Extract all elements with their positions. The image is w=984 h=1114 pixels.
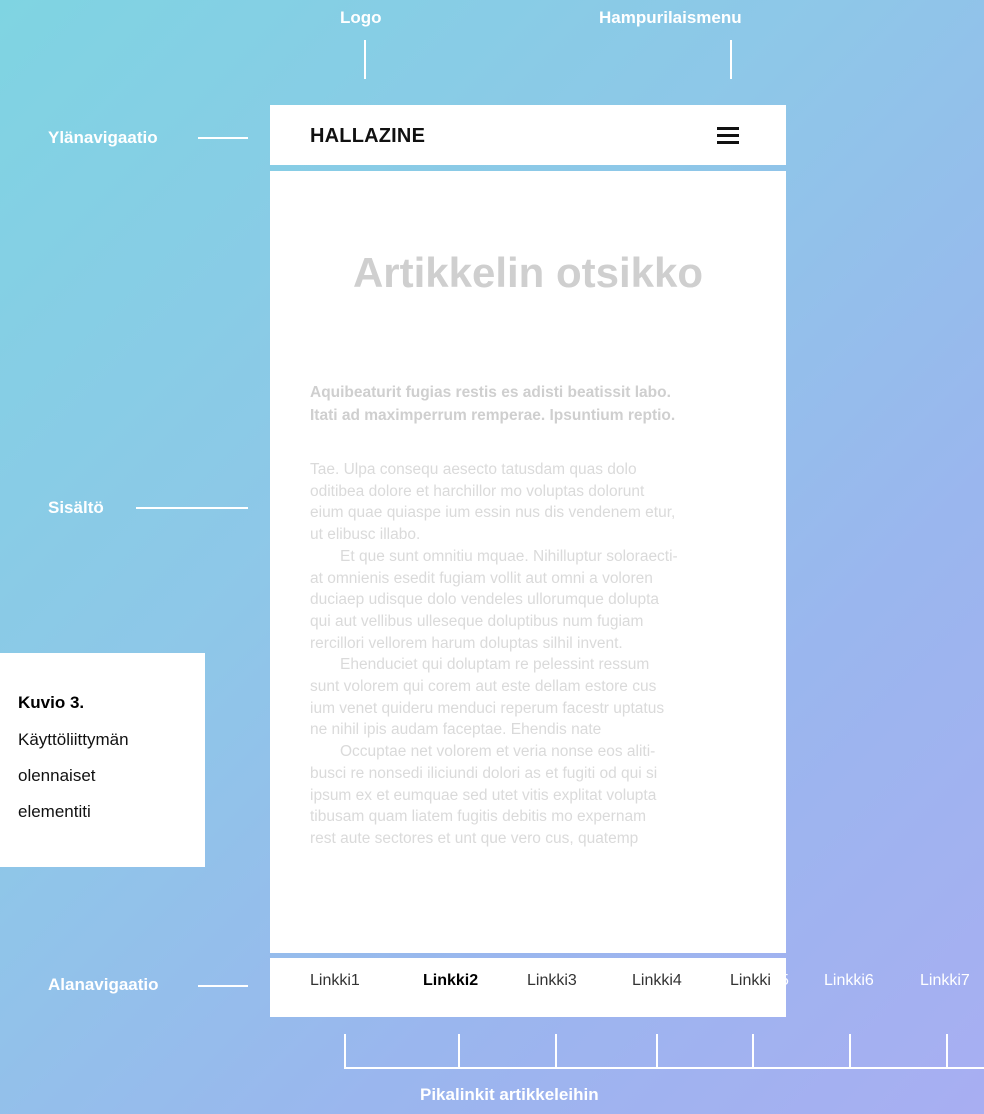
bottom-nav-pointer-line [198, 985, 248, 987]
body-line: duciaep udisque dolo vendeles ullorumque… [310, 591, 660, 609]
body-line: sunt volorem qui corem aut este dellam e… [310, 678, 657, 696]
article-title: Artikkelin otsikko [352, 249, 704, 296]
content-annotation: Sisältö [48, 498, 104, 517]
quick-links-bracket-tick [656, 1034, 658, 1069]
bottom-nav-link-5-number[interactable]: 5 [780, 972, 789, 990]
bottom-nav-link-5[interactable]: Linkki [730, 972, 771, 990]
article-lead: Aquibeaturit fugias restis es adisti bea… [310, 381, 750, 427]
bottom-nav-annotation: Alanavigaatio [48, 975, 159, 994]
caption-line: elementiti [18, 802, 91, 821]
body-line: at omnienis esedit fugiam vollit aut omn… [310, 569, 653, 587]
body-line: ut elibusc illabo. [310, 526, 421, 544]
body-line: Et que sunt omnitiu mquae. Nihilluptur s… [340, 547, 678, 565]
quick-links-bracket-tick [752, 1034, 754, 1069]
top-nav-pointer-line [198, 137, 248, 139]
bottom-nav-link-1[interactable]: Linkki1 [310, 972, 360, 990]
top-navigation: HALLAZINE [270, 105, 786, 165]
article-body: Tae. Ulpa consequ aesecto tatusdam quas … [310, 459, 760, 850]
body-line: rercillori vellorem harum doluptas silhi… [310, 634, 623, 652]
hamburger-menu-icon[interactable] [717, 127, 739, 145]
caption-line: olennaiset [18, 766, 96, 785]
body-line: oditibea dolore et harchillor mo volupta… [310, 482, 645, 500]
quick-links-bracket-tick [946, 1034, 948, 1069]
body-line: rest aute sectores et unt que vero cus, … [310, 829, 639, 847]
lead-line: Aquibeaturit fugias restis es adisti bea… [310, 384, 671, 401]
caption-heading: Kuvio 3. [18, 693, 85, 712]
quick-links-bracket-tick [344, 1034, 346, 1069]
article-content: Artikkelin otsikko Aquibeaturit fugias r… [270, 171, 786, 953]
body-line: ne nihil ipis audam faceptae. Ehendis na… [310, 721, 602, 739]
quick-links-annotation: Pikalinkit artikkeleihin [420, 1085, 599, 1104]
top-nav-annotation: Ylänavigaatio [48, 128, 158, 147]
bottom-nav-link-7[interactable]: Linkki7 [920, 972, 970, 990]
quick-links-bracket-tick [555, 1034, 557, 1069]
body-line: ium venet quideru menduci reperum facest… [310, 699, 665, 717]
logo-annotation: Logo [340, 8, 382, 27]
hamburger-pointer-line [730, 40, 732, 79]
content-pointer-line [136, 507, 248, 509]
body-line: Occuptae net volorem et veria nonse eos … [340, 743, 656, 761]
bottom-nav-link-3[interactable]: Linkki3 [527, 972, 577, 990]
quick-links-bracket-tick [849, 1034, 851, 1069]
quick-links-bracket-base [344, 1067, 984, 1069]
bottom-nav-link-6[interactable]: Linkki6 [824, 972, 874, 990]
body-line: Tae. Ulpa consequ aesecto tatusdam quas … [310, 461, 637, 478]
site-logo[interactable]: HALLAZINE [310, 125, 425, 148]
hamburger-annotation: Hampurilaismenu [599, 8, 742, 27]
body-line: Ehenduciet qui doluptam re pelessint res… [340, 656, 650, 674]
bottom-nav-link-4[interactable]: Linkki4 [632, 972, 682, 990]
body-line: qui aut vellibus ulleseque doluptibus nu… [310, 612, 644, 630]
body-line: ipsum ex et eumquae sed utet vitis expli… [310, 786, 657, 804]
quick-links-bracket-tick [458, 1034, 460, 1069]
body-line: eium quae quiaspe ium essin nus dis vend… [310, 504, 676, 522]
lead-line: Itati ad maximperrum remperae. Ipsuntium… [310, 407, 676, 424]
logo-pointer-line [364, 40, 366, 79]
body-line: tibusam quam liatem fugitis debitis mo e… [310, 808, 646, 826]
caption-line: Käyttöliittymän [18, 730, 129, 749]
bottom-nav-link-2[interactable]: Linkki2 [423, 972, 478, 990]
figure-caption: Kuvio 3. Käyttöliittymän olennaiset elem… [0, 653, 205, 867]
body-line: busci re nonsedi iliciundi dolori as et … [310, 764, 658, 782]
